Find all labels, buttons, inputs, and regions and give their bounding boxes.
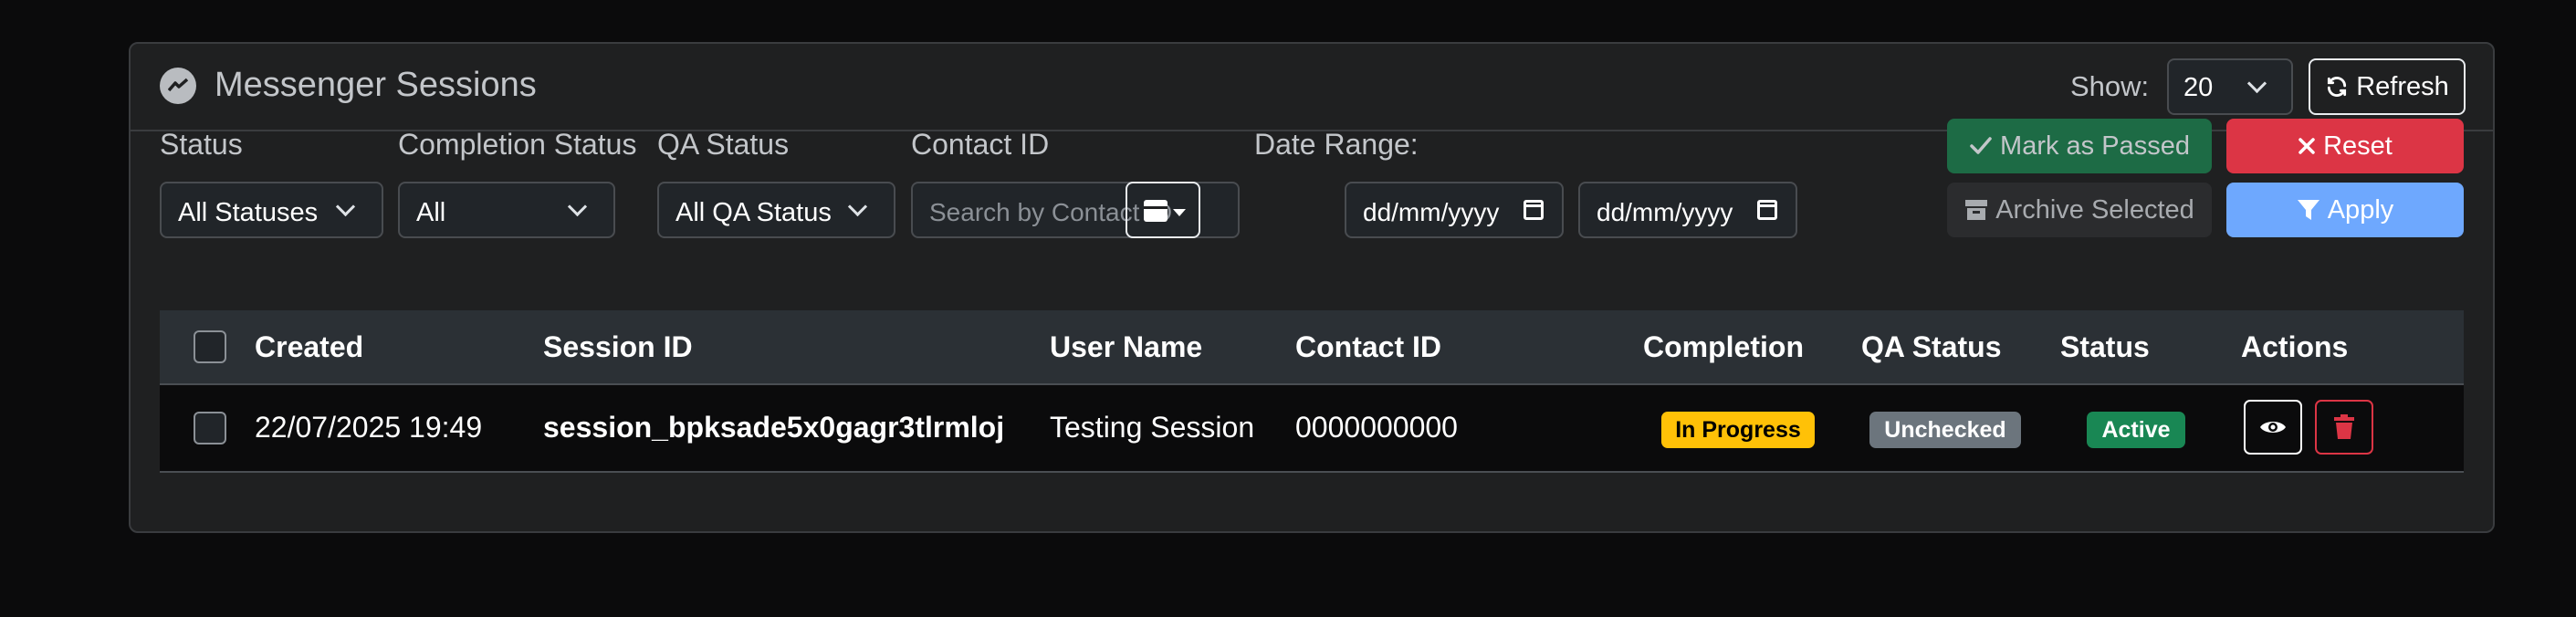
date-range-label: Date Range: [1254, 128, 1419, 161]
card-title: Messenger Sessions [160, 66, 537, 105]
contact-id-cell: 0000000000 [1295, 411, 1458, 444]
sessions-table: Created Session ID User Name Contact ID … [160, 310, 2464, 473]
table-row: 22/07/2025 19:49 session_bpksade5x0gagr3… [160, 385, 2464, 473]
date-to-value: dd/mm/yyyy [1597, 198, 1733, 226]
delete-session-button[interactable] [2315, 400, 2373, 455]
column-header[interactable]: User Name [1050, 330, 1202, 364]
chevron-down-icon [335, 196, 356, 217]
apply-label: Apply [2327, 194, 2394, 225]
qa-filter-select[interactable]: All QA Status [657, 182, 895, 238]
eye-icon [2260, 422, 2286, 433]
chevron-down-icon [847, 196, 868, 217]
messenger-icon [160, 67, 196, 104]
completion-badge: In Progress [1661, 412, 1815, 448]
caret-down-icon [1173, 209, 1186, 216]
archive-label: Archive Selected [1995, 194, 2194, 225]
user-name-cell: Testing Session [1050, 411, 1255, 444]
x-icon [2299, 138, 2315, 154]
archive-selected-button[interactable]: Archive Selected [1947, 183, 2212, 237]
mark-passed-button[interactable]: Mark as Passed [1947, 119, 2212, 173]
reset-button[interactable]: Reset [2226, 119, 2464, 173]
contact-filter-label: Contact ID [911, 128, 1050, 161]
refresh-label: Refresh [2356, 71, 2449, 101]
qa-status-badge: Unchecked [1869, 412, 2021, 448]
completion-filter-value: All [416, 198, 446, 227]
column-header[interactable]: Session ID [543, 330, 693, 364]
status-badge: Active [2087, 412, 2185, 448]
calendar-icon [1757, 200, 1777, 220]
created-cell: 22/07/2025 19:49 [255, 411, 483, 444]
refresh-button[interactable]: Refresh [2309, 58, 2466, 115]
select-all-checkbox[interactable] [194, 330, 226, 363]
archive-icon [1965, 200, 1988, 220]
column-header[interactable]: Contact ID [1295, 330, 1441, 364]
column-header[interactable]: QA Status [1861, 330, 2002, 364]
column-header: Actions [2241, 330, 2349, 363]
chevron-down-icon [567, 196, 588, 217]
column-header[interactable]: Created [255, 330, 363, 364]
status-filter-value: All Statuses [178, 198, 319, 227]
apply-button[interactable]: Apply [2226, 183, 2464, 237]
completion-filter-select[interactable]: All [398, 182, 615, 238]
session-id-cell: session_bpksade5x0gagr3tlrmloj [543, 411, 1005, 444]
page-title: Messenger Sessions [215, 66, 537, 104]
refresh-icon [2328, 77, 2347, 97]
table-header: Created Session ID User Name Contact ID … [160, 310, 2464, 385]
status-filter-label: Status [160, 128, 243, 161]
trash-icon [2334, 414, 2354, 439]
reset-label: Reset [2323, 131, 2393, 161]
date-from-value: dd/mm/yyyy [1363, 198, 1500, 226]
calendar-icon [1524, 200, 1544, 220]
date-preset-button[interactable] [1126, 182, 1200, 238]
date-from-input[interactable]: dd/mm/yyyy [1345, 182, 1564, 238]
mark-passed-label: Mark as Passed [2000, 131, 2190, 161]
date-to-input[interactable]: dd/mm/yyyy [1578, 182, 1797, 238]
page-size-value: 20 [2183, 73, 2214, 102]
qa-filter-label: QA Status [657, 128, 790, 161]
qa-filter-value: All QA Status [675, 198, 832, 227]
completion-filter-label: Completion Status [398, 128, 637, 161]
row-checkbox[interactable] [194, 412, 226, 444]
view-session-button[interactable] [2244, 400, 2302, 455]
filter-icon [2297, 200, 2319, 220]
column-header[interactable]: Status [2060, 330, 2150, 364]
show-label: Show: [2070, 70, 2150, 102]
page-size-select[interactable]: 20 [2167, 58, 2293, 115]
status-filter-select[interactable]: All Statuses [160, 182, 383, 238]
column-header[interactable]: Completion [1643, 330, 1804, 364]
check-icon [1970, 137, 1992, 154]
chevron-down-icon [2246, 73, 2267, 94]
calendar-icon [1144, 200, 1168, 222]
